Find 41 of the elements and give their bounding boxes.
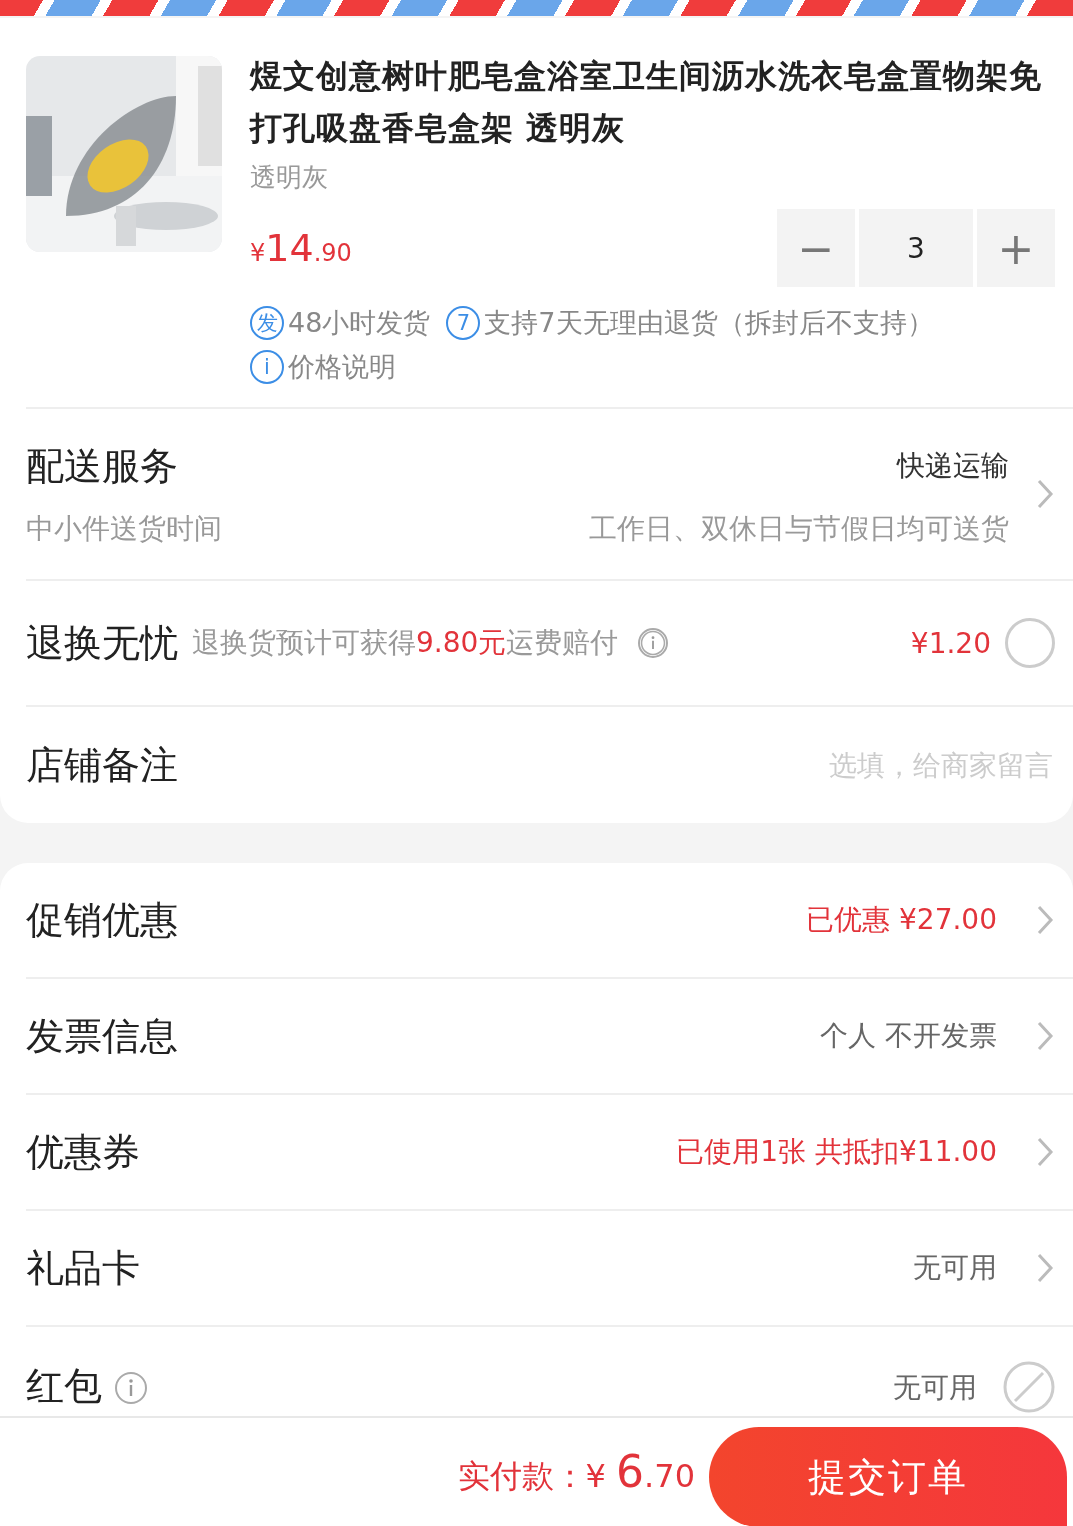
chevron-icon [1035, 903, 1055, 937]
row-value: 无可用 [913, 1250, 997, 1286]
service-tag: 支持7天无理由退货（拆封后不支持） [484, 305, 934, 341]
info-icon[interactable] [114, 1371, 148, 1405]
service-price: ¥1.20 [910, 626, 991, 660]
chevron-icon [1035, 477, 1055, 511]
row-label: 红包 [26, 1363, 102, 1410]
compensation-note: 退换货预计可获得9.80元运费赔付 [192, 625, 619, 661]
submit-button[interactable]: 提交订单 [709, 1427, 1067, 1526]
row-value: 个人 不开发票 [820, 1018, 997, 1054]
row-value: 已优惠 ¥27.00 [806, 902, 997, 938]
row-value: 无可用 [893, 1370, 977, 1406]
service-tag: 价格说明 [288, 349, 396, 385]
quantity-field[interactable]: 3 [859, 209, 973, 287]
row-subvalue: 工作日、双休日与节假日均可送货 [589, 510, 1009, 547]
unavailable-icon [1003, 1361, 1055, 1413]
row-label: 店铺备注 [26, 741, 178, 789]
chevron-icon [1035, 1251, 1055, 1285]
service-tag: 48小时发货 [288, 305, 431, 341]
decrease-button[interactable]: − [777, 209, 855, 287]
badge-icon: 发 [250, 306, 284, 340]
product-variant: 透明灰 [250, 161, 329, 194]
chevron-icon [1035, 1019, 1055, 1053]
row-label: 优惠券 [26, 1128, 140, 1176]
total-amount: 实付款：¥ 6.70 [457, 1445, 695, 1499]
row-value: 已使用1张 共抵扣¥11.00 [676, 1134, 997, 1170]
info-icon[interactable] [638, 628, 669, 658]
badge-icon: i [250, 350, 284, 384]
row-label: 配送服务 [26, 442, 179, 490]
radio-button[interactable] [1005, 618, 1055, 668]
row-label: 促销优惠 [26, 896, 178, 944]
badge-icon: 7 [446, 306, 481, 340]
row-label: 退换无忧 [26, 619, 178, 667]
row-label: 发票信息 [26, 1012, 178, 1060]
row-value: 快递运输 [897, 448, 1009, 484]
product-price: ¥14.90 [250, 226, 352, 270]
product-title: 煜文创意树叶肥皂盒浴室卫生间沥水洗衣皂盒置物架免打孔吸盘香皂盒架 透明灰 [250, 56, 1043, 149]
increase-button[interactable]: + [977, 209, 1055, 287]
row-label: 礼品卡 [26, 1244, 140, 1292]
chevron-icon [1035, 1135, 1055, 1169]
row-sublabel: 中小件送货时间 [26, 510, 223, 547]
